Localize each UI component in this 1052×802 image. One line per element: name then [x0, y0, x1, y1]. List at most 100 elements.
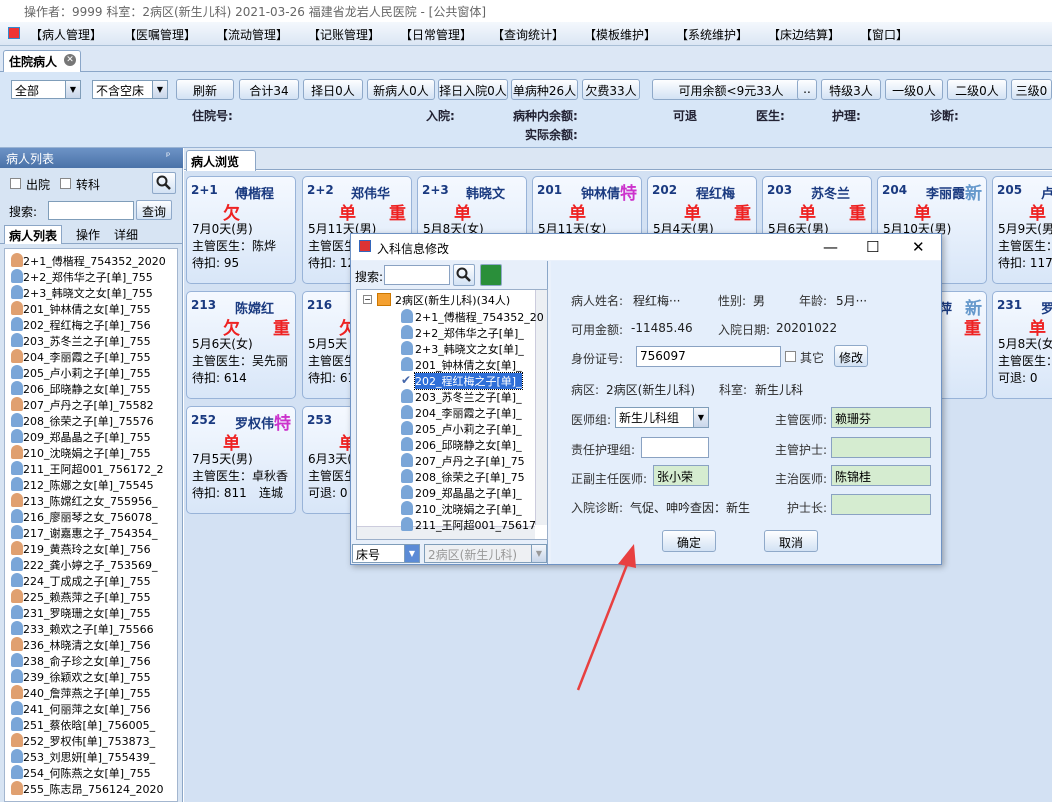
patient-list-item[interactable]: 205_卢小莉之子[单]_755	[23, 365, 151, 381]
single-disease-button[interactable]: 单病种26人	[511, 79, 578, 100]
other-checkbox[interactable]	[785, 351, 796, 362]
tab-detail[interactable]: 详细	[110, 225, 142, 244]
patient-list-item[interactable]: 225_赖燕萍之子[单]_755	[23, 589, 151, 605]
tree-item[interactable]: 208_徐荣之子[单]_75	[415, 469, 525, 485]
tab-patient-browse[interactable]: 病人浏览	[186, 150, 256, 171]
menu-query-stats[interactable]: 【查询统计】	[492, 26, 564, 43]
tree-item[interactable]: 201_钟林倩之女[单]_	[415, 357, 522, 373]
discharge-checkbox[interactable]	[10, 178, 21, 189]
doctor-group-select[interactable]: 新生儿科组 ▼	[615, 407, 709, 428]
patient-list-item[interactable]: 208_徐荣之子[单]_75576	[23, 413, 154, 429]
special-care-button[interactable]: 特级3人	[821, 79, 881, 100]
tree-item[interactable]: 206_邱晓静之女[单]_	[415, 437, 522, 453]
refresh-icon[interactable]	[480, 264, 502, 286]
patient-list-item[interactable]: 219_黄燕玲之女[单]_756	[23, 541, 151, 557]
chief-doctor-input[interactable]: 赖珊芬	[831, 407, 931, 428]
edit-button[interactable]: 修改	[834, 345, 868, 367]
patient-list-item[interactable]: 204_李丽霞之子[单]_755	[23, 349, 151, 365]
patient-list-item[interactable]: 213_陈嫦红之女_755956_	[23, 493, 158, 509]
bed-card[interactable]: 252 罗权伟 7月5天(男) 主管医生：卓秋香 待扣: 811 连城单特	[186, 406, 296, 514]
tab-patient-list[interactable]: 病人列表	[4, 225, 63, 244]
patient-list[interactable]: 2+1_傅楷程_754352_2020 2+2_郑伟华之子[单]_755 2+3_韩…	[4, 248, 178, 802]
patient-list-item[interactable]: 2+1_傅楷程_754352_2020	[23, 253, 166, 269]
refresh-button[interactable]: 刷新	[176, 79, 234, 100]
patient-list-item[interactable]: 211_王阿超001_756172_2	[23, 461, 163, 477]
patient-list-item[interactable]: 240_詹萍燕之子[单]_755	[23, 685, 151, 701]
patient-list-item[interactable]: 210_沈晓娟之子[单]_755	[23, 445, 151, 461]
bed-card[interactable]: 213 陈嫦红 5月6天(女) 主管医生：吴先丽 待扣: 614 欠重	[186, 291, 296, 399]
tree-item[interactable]: 2+2_郑伟华之子[单]_	[415, 325, 524, 341]
menu-window[interactable]: 【窗口】	[860, 26, 908, 43]
filter-all-select[interactable]: 全部 ▼	[11, 80, 81, 99]
patient-list-item[interactable]: 255_陈志昂_756124_2020	[23, 781, 163, 797]
search-input[interactable]	[48, 201, 134, 220]
pin-icon[interactable]: ᵖ	[166, 151, 170, 162]
ward-patient-tree[interactable]: − 2病区(新生儿科)(34人) 2+1_傅楷程_754352_20 2+2_郑伟…	[356, 289, 548, 540]
bed-card[interactable]: 231罗5月8天(女主管医生：可退: 0单	[992, 291, 1052, 399]
dialog-search-button[interactable]	[453, 264, 475, 286]
menu-order-mgmt[interactable]: 【医嘱管理】	[124, 26, 196, 43]
cancel-button[interactable]: 取消	[764, 530, 818, 552]
patient-list-item[interactable]: 251_蔡依晗[单]_756005_	[23, 717, 155, 733]
tree-item[interactable]: 2+1_傅楷程_754352_20	[415, 309, 544, 325]
menu-system[interactable]: 【系统维护】	[676, 26, 748, 43]
patient-list-item[interactable]: 252_罗权伟[单]_753873_	[23, 733, 155, 749]
patient-list-item[interactable]: 236_林晓清之女[单]_756	[23, 637, 151, 653]
menu-template[interactable]: 【模板维护】	[584, 26, 656, 43]
patient-list-item[interactable]: 2+2_郑伟华之子[单]_755	[23, 269, 153, 285]
menu-bedside-settle[interactable]: 【床边结算】	[768, 26, 840, 43]
tree-root-label[interactable]: 2病区(新生儿科)(34人)	[395, 292, 510, 308]
tree-item[interactable]: 207_卢丹之子[单]_75	[415, 453, 525, 469]
arrears-button[interactable]: 欠费33人	[582, 79, 640, 100]
collapse-icon[interactable]: −	[363, 295, 372, 304]
bed-card[interactable]: 205卢5月9天(男)主管医生：待扣: 1179单	[992, 176, 1052, 284]
tree-item[interactable]: 211_王阿超001_75617	[415, 517, 536, 533]
menu-patient-mgmt[interactable]: 【病人管理】	[30, 26, 102, 43]
vice-director-input[interactable]: 张小荣	[653, 465, 709, 486]
attending-input[interactable]: 陈锦桂	[831, 465, 931, 486]
patient-list-item[interactable]: 216_廖丽琴之女_756078_	[23, 509, 158, 525]
patient-list-item[interactable]: 207_卢丹之子[单]_75582	[23, 397, 154, 413]
filter-bed-select[interactable]: 不含空床 ▼	[92, 80, 168, 99]
search-icon-button[interactable]	[152, 172, 176, 194]
close-dialog-icon[interactable]: ✕	[912, 238, 925, 256]
transfer-checkbox[interactable]	[60, 178, 71, 189]
patient-list-item[interactable]: 253_刘思妍[单]_755439_	[23, 749, 155, 765]
close-icon[interactable]: ✕	[64, 54, 76, 66]
confirm-button[interactable]: 确定	[662, 530, 716, 552]
tree-item[interactable]: 204_李丽霞之子[单]_	[415, 405, 522, 421]
tree-vscrollbar[interactable]	[535, 290, 547, 525]
tree-item-selected[interactable]: 202_程红梅之子[单]_	[414, 372, 523, 390]
menu-billing-mgmt[interactable]: 【记账管理】	[308, 26, 380, 43]
patient-list-item[interactable]: 201_钟林倩之女[单]_755	[23, 301, 151, 317]
patient-list-item[interactable]: 231_罗晓珊之女[单]_755	[23, 605, 151, 621]
available-balance-button[interactable]: 可用余额<9元33人	[652, 79, 810, 100]
patient-list-item[interactable]: 209_郑晶晶之子[单]_755	[23, 429, 151, 445]
chief-nurse-input[interactable]	[831, 437, 931, 458]
patient-list-item[interactable]: 217_谢嘉惠之子_754354_	[23, 525, 158, 541]
patient-list-item[interactable]: 254_何陈燕之女[单]_755	[23, 765, 151, 781]
patient-list-item[interactable]: 238_俞子珍之女[单]_756	[23, 653, 151, 669]
level3-button[interactable]: 三级0	[1011, 79, 1052, 100]
patient-list-item[interactable]: 2+3_韩晓文之女[单]_755	[23, 285, 153, 301]
nurse-group-input[interactable]	[641, 437, 709, 458]
tree-item[interactable]: 203_苏冬兰之子[单]_	[415, 389, 522, 405]
menu-daily-mgmt[interactable]: 【日常管理】	[400, 26, 472, 43]
level1-button[interactable]: 一级0人	[885, 79, 943, 100]
maximize-icon[interactable]: ☐	[866, 238, 879, 256]
patient-list-item[interactable]: 222_龚小婷之子_753569_	[23, 557, 158, 573]
tree-item[interactable]: 205_卢小莉之子[单]_	[415, 421, 522, 437]
dialog-bed-select[interactable]: 床号 ▼	[352, 544, 420, 563]
new-patient-button[interactable]: 新病人0人	[367, 79, 435, 100]
dialog-search-input[interactable]	[384, 265, 450, 285]
patient-list-item[interactable]: 239_徐颖欢之女[单]_755	[23, 669, 151, 685]
head-nurse-input[interactable]	[831, 494, 931, 515]
patient-list-item[interactable]: 203_苏冬兰之子[单]_755	[23, 333, 151, 349]
query-button[interactable]: 查询	[136, 200, 172, 220]
more-button[interactable]: ..	[797, 79, 817, 100]
tree-item[interactable]: 2+3_韩晓文之女[单]_	[415, 341, 524, 357]
select-day-button[interactable]: 择日0人	[303, 79, 363, 100]
tree-item[interactable]: 209_郑晶晶之子[单]_	[415, 485, 522, 501]
menu-flow-mgmt[interactable]: 【流动管理】	[216, 26, 288, 43]
patient-list-item[interactable]: 206_邱晓静之女[单]_755	[23, 381, 151, 397]
